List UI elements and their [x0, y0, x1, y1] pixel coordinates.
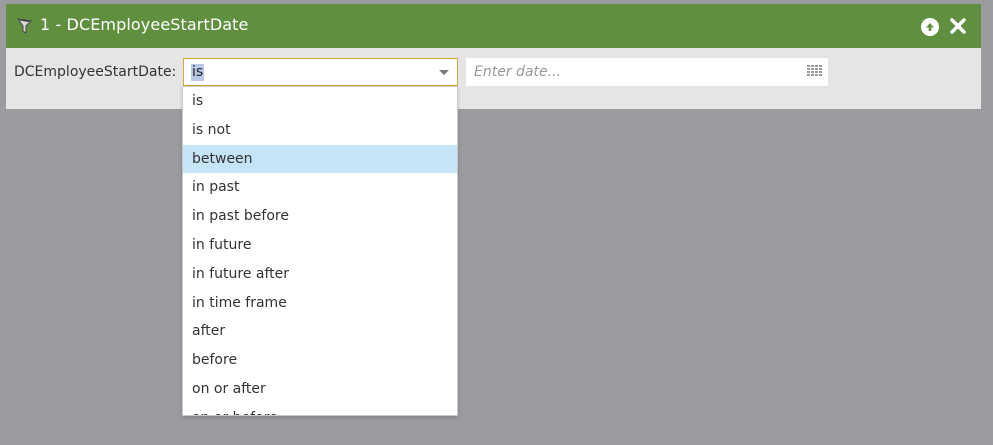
dropdown-option-in-future[interactable]: in future [183, 231, 457, 260]
panel-titlebar: 1 - DCEmployeeStartDate [6, 4, 981, 48]
filter-label: DCEmployeeStartDate: [14, 64, 177, 80]
arrow-up-circle-icon[interactable] [921, 18, 939, 36]
close-icon[interactable] [949, 17, 967, 35]
dropdown-option-in-past-before[interactable]: in past before [183, 202, 457, 231]
dropdown-option-on-or-after[interactable]: on or after [183, 375, 457, 404]
operator-dropdown-list: is is not between in past in past before… [182, 86, 458, 416]
operator-select-value: is [191, 64, 205, 81]
dropdown-option-before[interactable]: before [183, 346, 457, 375]
chevron-down-icon[interactable] [439, 70, 449, 75]
dropdown-option-in-past[interactable]: in past [183, 173, 457, 202]
dropdown-option-on-or-before[interactable]: on or before [183, 404, 457, 415]
dropdown-option-is-not[interactable]: is not [183, 116, 457, 145]
dropdown-option-after[interactable]: after [183, 317, 457, 346]
dropdown-option-in-time-frame[interactable]: in time frame [183, 289, 457, 318]
funnel-icon [17, 18, 33, 34]
dropdown-option-between[interactable]: between [183, 144, 457, 174]
filter-panel: 1 - DCEmployeeStartDate DCEmployeeStartD… [6, 4, 981, 109]
operator-select[interactable]: is [183, 58, 458, 86]
dropdown-option-in-future-after[interactable]: in future after [183, 260, 457, 289]
calendar-icon[interactable] [807, 65, 823, 79]
panel-title: 1 - DCEmployeeStartDate [40, 15, 249, 34]
dropdown-option-is[interactable]: is [183, 87, 457, 116]
date-input[interactable] [466, 58, 828, 86]
